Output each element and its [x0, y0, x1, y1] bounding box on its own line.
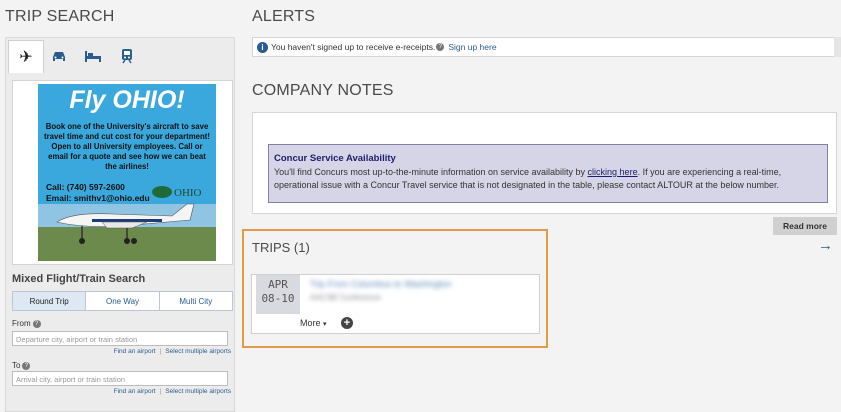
- ad-banner[interactable]: Fly OHIO! Book one of the University's a…: [12, 80, 233, 265]
- company-notes-title: COMPANY NOTES: [252, 82, 394, 99]
- ad-headline: Fly OHIO!: [69, 86, 185, 114]
- service-availability-notice: Concur Service Availability You'll find …: [268, 144, 828, 203]
- trips-panel: TRIPS (1) APR 08-10 Trip From Columbus t…: [242, 229, 548, 348]
- train-icon: [122, 49, 132, 64]
- hotel-tab[interactable]: [76, 40, 110, 72]
- ad-image: Fly OHIO! Book one of the University's a…: [38, 84, 216, 261]
- find-airport-link[interactable]: Find an airport: [114, 348, 156, 355]
- notice-title: Concur Service Availability: [274, 153, 396, 164]
- flight-tab[interactable]: ✈: [8, 40, 44, 73]
- trip-month: APR: [268, 278, 288, 291]
- from-label: From?: [12, 319, 41, 328]
- to-label: To?: [12, 361, 31, 370]
- caret-down-icon: ▾: [323, 321, 327, 328]
- trips-title: TRIPS (1): [252, 240, 310, 255]
- select-multiple-link[interactable]: Select multiple airports: [165, 388, 231, 395]
- from-input[interactable]: Departure city, airport or train station: [12, 331, 228, 346]
- hotel-icon: [85, 51, 101, 62]
- trip-name[interactable]: Trip From Columbus to Washington: [310, 279, 451, 289]
- company-notes-box: Concur Service Availability You'll find …: [252, 112, 837, 214]
- add-icon[interactable]: +: [341, 317, 353, 329]
- trip-subtitle: AACSB Conference: [310, 293, 381, 302]
- ohio-logo-text: OHIO: [174, 187, 202, 199]
- scroll-arrow[interactable]: [834, 37, 841, 57]
- trip-date: APR 08-10: [256, 275, 300, 314]
- search-heading: Mixed Flight/Train Search: [12, 273, 146, 285]
- train-tab[interactable]: [110, 40, 144, 72]
- flight-icon: ✈: [19, 49, 33, 66]
- tab-multi-city[interactable]: Multi City: [160, 292, 232, 310]
- clicking-here-link[interactable]: clicking here: [588, 167, 638, 177]
- help-icon[interactable]: ?: [32, 319, 41, 328]
- sign-up-link[interactable]: Sign up here: [448, 42, 496, 52]
- ad-contact: Call: (740) 597-2600 Email: smithv1@ohio…: [46, 182, 150, 204]
- more-dropdown[interactable]: More ▾: [300, 318, 327, 328]
- trip-days: 08-10: [261, 292, 295, 305]
- notice-text: You'll find Concurs most up-to-the-minut…: [274, 167, 782, 190]
- help-icon[interactable]: ?: [436, 43, 445, 51]
- info-icon: i: [257, 41, 268, 53]
- trip-search-panel: ✈ Fly OHIO! Book one of the University's…: [5, 37, 235, 412]
- alert-message: You haven't signed up to receive e-recei…: [271, 42, 436, 52]
- ad-body: Book one of the University's aircraft to…: [44, 122, 210, 171]
- read-more-button[interactable]: Read more: [773, 217, 837, 235]
- tab-one-way[interactable]: One Way: [86, 292, 160, 310]
- alert-bar: i You haven't signed up to receive e-rec…: [252, 37, 837, 57]
- car-tab[interactable]: [42, 40, 76, 72]
- airplane-icon: [56, 203, 195, 244]
- select-multiple-link[interactable]: Select multiple airports: [165, 348, 231, 355]
- to-input[interactable]: Arrival city, airport or train station: [12, 371, 228, 386]
- trip-type-tabs: Round Trip One Way Multi City: [12, 291, 233, 311]
- arrow-right-icon[interactable]: →: [818, 237, 833, 254]
- help-icon[interactable]: ?: [22, 361, 31, 370]
- trip-search-title: TRIP SEARCH: [5, 8, 115, 25]
- alerts-title: ALERTS: [252, 8, 316, 25]
- to-links: Find an airport | Select multiple airports: [113, 388, 231, 395]
- tab-round-trip[interactable]: Round Trip: [13, 292, 87, 310]
- ad-phone: Call: (740) 597-2600: [46, 182, 125, 192]
- find-airport-link[interactable]: Find an airport: [114, 388, 156, 395]
- car-icon: [53, 52, 65, 61]
- from-links: Find an airport | Select multiple airports: [113, 348, 231, 355]
- trip-card[interactable]: APR 08-10 Trip From Columbus to Washingt…: [251, 274, 540, 334]
